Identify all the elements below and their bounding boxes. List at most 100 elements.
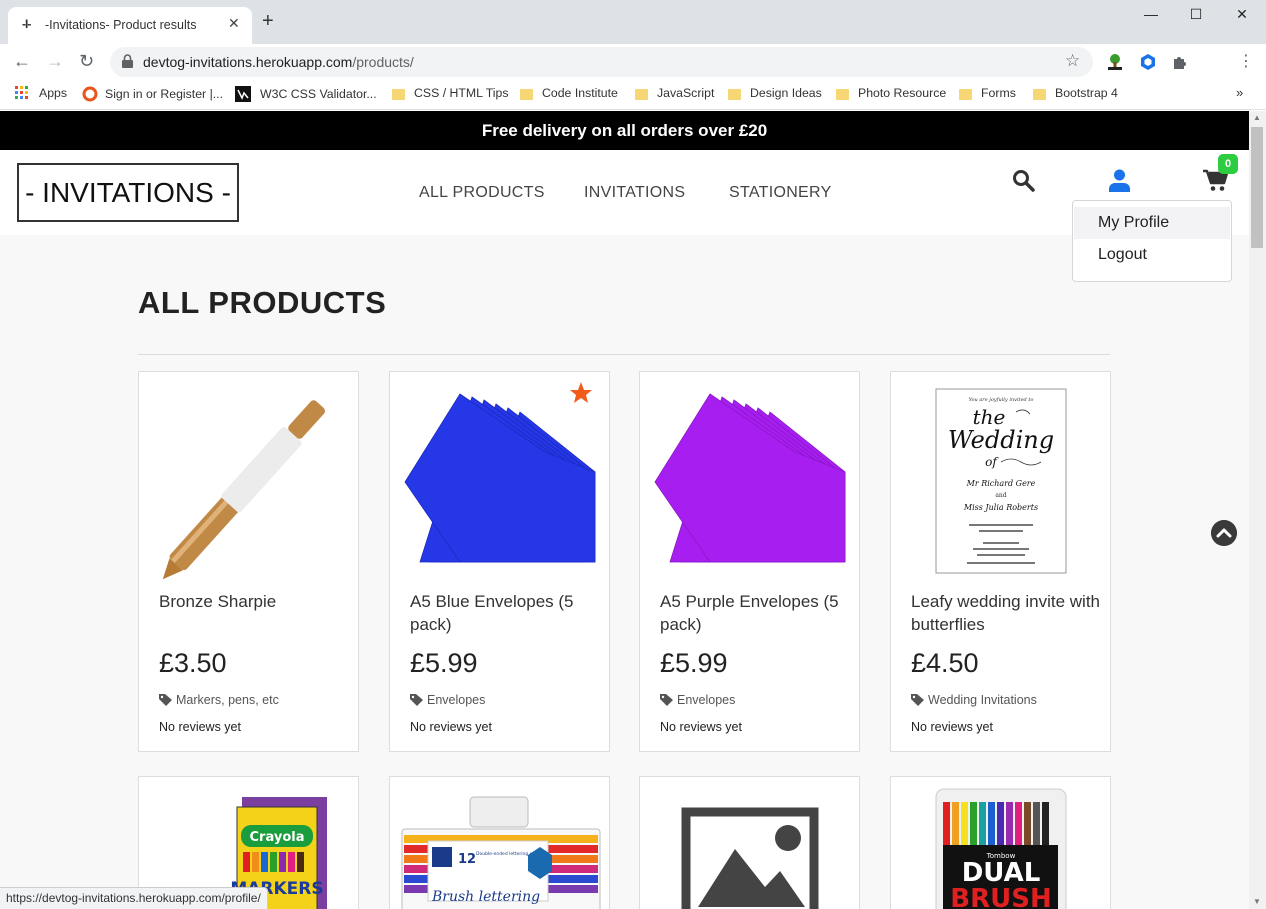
product-category[interactable]: Envelopes: [410, 693, 485, 707]
product-price: £4.50: [911, 648, 979, 678]
bookmarks-bar: Apps Sign in or Register |... W3C CSS Va…: [0, 80, 1266, 110]
scroll-down-arrow-icon[interactable]: ▼: [1253, 897, 1261, 906]
invite-and-text: and: [995, 492, 1006, 499]
cart-count-badge: 0: [1218, 154, 1238, 174]
account-dropdown-menu: My Profile Logout: [1072, 200, 1232, 282]
product-name[interactable]: Bronze Sharpie: [159, 590, 349, 613]
browser-menu-icon[interactable]: ⋮: [1238, 51, 1254, 71]
forward-icon[interactable]: →: [46, 51, 64, 72]
scrollbar-thumb[interactable]: [1251, 127, 1263, 248]
folder-icon: [959, 88, 972, 100]
folder-icon: [520, 88, 533, 100]
delivery-banner: Free delivery on all orders over £20: [0, 111, 1249, 150]
product-card[interactable]: A5 Purple Envelopes (5 pack) £5.99 Envel…: [639, 371, 860, 752]
title-divider: [138, 354, 1110, 355]
product-name[interactable]: A5 Blue Envelopes (5 pack): [410, 590, 600, 636]
search-icon[interactable]: [1012, 169, 1035, 192]
product-image-staedtler-pens[interactable]: 12 Double-ended lettering pens Brush let…: [390, 777, 610, 909]
link-status-bar: https://devtog-invitations.herokuapp.com…: [0, 887, 268, 909]
tag-icon: [911, 694, 924, 706]
product-name[interactable]: Leafy wedding invite with butterflies: [911, 590, 1101, 636]
folder-icon: [728, 88, 741, 100]
product-price: £3.50: [159, 648, 227, 678]
product-reviews: No reviews yet: [660, 720, 742, 734]
invite-groom-text: Mr Richard Gere: [966, 479, 1036, 488]
nav-invitations[interactable]: INVITATIONS: [584, 184, 685, 202]
product-category[interactable]: Envelopes: [660, 693, 735, 707]
window-close-icon[interactable]: ✕: [1227, 6, 1257, 26]
tombow-brush-text: BRUSH: [950, 884, 1051, 909]
tab-close-icon[interactable]: ✕: [228, 15, 240, 32]
product-image-wedding-invite[interactable]: You are joyfully invited to the Wedding …: [901, 382, 1100, 580]
folder-icon: [836, 88, 849, 100]
extensions-puzzle-icon[interactable]: [1171, 53, 1189, 71]
menu-item-my-profile[interactable]: My Profile: [1074, 207, 1230, 239]
bookmark-w3c[interactable]: W3C CSS Validator...: [235, 86, 377, 102]
bookmark-bootstrap-4[interactable]: Bootstrap 4: [1033, 86, 1118, 100]
folder-icon: [635, 88, 648, 100]
tab-title: -Invitations- Product results: [45, 18, 197, 32]
browser-tab[interactable]: -I- -Invitations- Product results ✕: [8, 7, 252, 44]
brush-lettering-text: Brush lettering: [431, 889, 540, 905]
cube-extension-icon[interactable]: [1139, 53, 1157, 71]
product-name[interactable]: A5 Purple Envelopes (5 pack): [660, 590, 850, 636]
product-reviews: No reviews yet: [159, 720, 241, 734]
scroll-to-top-button[interactable]: [1211, 520, 1237, 546]
invite-wedding-text: Wedding: [948, 426, 1054, 454]
product-card[interactable]: A5 Blue Envelopes (5 pack) £5.99 Envelop…: [389, 371, 610, 752]
featured-star-icon: [570, 382, 592, 403]
product-card[interactable]: Tombow DUAL BRUSH: [890, 776, 1111, 909]
bookmark-css-html-tips[interactable]: CSS / HTML Tips: [392, 86, 509, 100]
nav-stationery[interactable]: STATIONERY: [729, 184, 832, 202]
bookmark-forms[interactable]: Forms: [959, 86, 1016, 100]
product-category[interactable]: Wedding Invitations: [911, 693, 1037, 707]
product-image-purple-envelopes[interactable]: [650, 382, 849, 580]
site-header: - INVITATIONS - ALL PRODUCTS INVITATIONS…: [0, 150, 1249, 235]
product-card[interactable]: Bronze Sharpie £3.50 Markers, pens, etc …: [138, 371, 359, 752]
back-icon[interactable]: ←: [13, 51, 31, 72]
address-bar[interactable]: devtog-invitations.herokuapp.com/product…: [110, 47, 1093, 77]
folder-icon: [1033, 88, 1046, 100]
site-logo[interactable]: - INVITATIONS -: [17, 163, 239, 222]
staedtler-count-text: 12: [458, 852, 476, 867]
bookmark-sign-in[interactable]: Sign in or Register |...: [82, 86, 223, 102]
w3c-icon: [235, 86, 251, 102]
crayola-logo-text: Crayola: [250, 830, 305, 845]
minimize-icon[interactable]: —: [1136, 6, 1166, 26]
reload-icon[interactable]: ↻: [79, 51, 94, 72]
bookmark-star-icon[interactable]: ☆: [1065, 51, 1080, 71]
folder-icon: [392, 88, 405, 100]
product-image-bronze-sharpie[interactable]: [149, 382, 348, 580]
invite-top-text: You are joyfully invited to: [969, 397, 1034, 403]
url-text: devtog-invitations.herokuapp.com/product…: [143, 54, 414, 70]
page-scrollbar[interactable]: ▲ ▼: [1249, 111, 1266, 909]
page-title: ALL PRODUCTS: [138, 285, 387, 320]
product-reviews: No reviews yet: [410, 720, 492, 734]
bookmarks-overflow-icon[interactable]: »: [1236, 85, 1243, 100]
product-card[interactable]: You are joyfully invited to the Wedding …: [890, 371, 1111, 752]
product-card[interactable]: [639, 776, 860, 909]
menu-item-logout[interactable]: Logout: [1074, 239, 1230, 271]
product-card[interactable]: 12 Double-ended lettering pens Brush let…: [389, 776, 610, 909]
bookmark-apps[interactable]: Apps: [15, 86, 67, 100]
product-price: £5.99: [410, 648, 478, 678]
product-category[interactable]: Markers, pens, etc: [159, 693, 279, 707]
product-image-tombow-dual-brush[interactable]: Tombow DUAL BRUSH: [891, 777, 1111, 909]
bookmark-design-ideas[interactable]: Design Ideas: [728, 86, 822, 100]
bookmark-photo-resource[interactable]: Photo Resource: [836, 86, 946, 100]
image-placeholder-icon[interactable]: [640, 777, 860, 909]
tag-icon: [660, 694, 673, 706]
browser-toolbar: ← → ↻ devtog-invitations.herokuapp.com/p…: [0, 44, 1266, 80]
scroll-up-arrow-icon[interactable]: ▲: [1253, 113, 1261, 122]
maximize-icon[interactable]: ☐: [1181, 6, 1211, 26]
nav-all-products[interactable]: ALL PRODUCTS: [419, 184, 545, 202]
new-tab-icon[interactable]: +: [262, 11, 274, 31]
account-icon[interactable]: [1108, 169, 1131, 192]
apps-grid-icon: [15, 86, 28, 99]
product-image-blue-envelopes[interactable]: [400, 382, 599, 580]
html-validator-extension-icon[interactable]: [1106, 53, 1124, 71]
bookmark-code-institute[interactable]: Code Institute: [520, 86, 618, 100]
tag-icon: [159, 694, 172, 706]
product-reviews: No reviews yet: [911, 720, 993, 734]
bookmark-javascript[interactable]: JavaScript: [635, 86, 714, 100]
